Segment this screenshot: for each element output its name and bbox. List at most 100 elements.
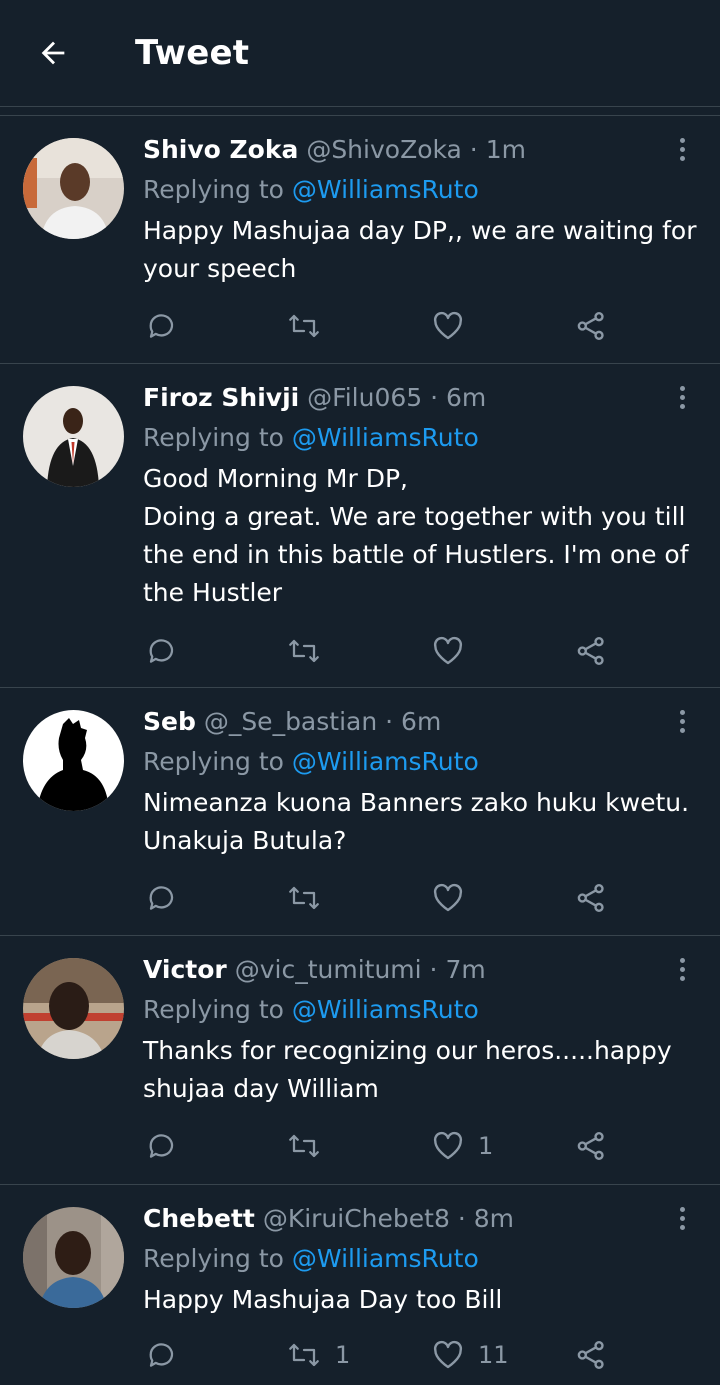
tweet-actions [143,308,623,344]
timestamp[interactable]: 1m [486,135,526,164]
share-icon [577,884,604,912]
reply-button[interactable] [147,1337,177,1373]
like-button[interactable]: 11 [432,1337,509,1373]
more-options-button[interactable] [670,952,694,986]
tweet-header: Victor @vic_tumitumi · 7m [143,955,486,984]
retweet-button[interactable]: 1 [287,1337,350,1373]
heart-icon [433,636,463,665]
share-icon [577,637,604,665]
heart-icon [433,1131,463,1160]
avatar[interactable] [23,1207,124,1308]
more-options-button[interactable] [670,380,694,414]
share-button[interactable] [575,1128,607,1164]
replying-to: Replying to @WilliamsRuto [143,175,479,204]
like-count: 11 [478,1341,509,1369]
like-button[interactable] [432,880,464,916]
mention-link[interactable]: @WilliamsRuto [292,423,479,452]
replying-to: Replying to @WilliamsRuto [143,995,479,1024]
reply-icon [149,1134,174,1158]
mention-link[interactable]: @WilliamsRuto [292,175,479,204]
display-name[interactable]: Victor [143,955,227,984]
share-button[interactable] [575,308,607,344]
tweet-actions [143,633,623,669]
retweet-icon [289,886,319,910]
like-button[interactable] [432,308,464,344]
tweet-text: Nimeanza kuona Banners zako huku kwetu. … [143,788,690,855]
user-handle[interactable]: @KiruiChebet8 [263,1204,450,1233]
share-icon [577,312,604,340]
tweet-header: Chebett @KiruiChebet8 · 8m [143,1204,514,1233]
like-count: 1 [478,1132,494,1160]
tweet-text: Thanks for recognizing our heros.....hap… [143,1036,672,1103]
replying-to: Replying to @WilliamsRuto [143,747,479,776]
timestamp[interactable]: 6m [446,383,486,412]
retweet-button[interactable] [287,1128,321,1164]
mention-link[interactable]: @WilliamsRuto [292,1244,479,1273]
reply-button[interactable] [147,633,177,669]
timestamp[interactable]: 7m [445,955,485,984]
heart-icon [433,311,463,340]
page-title: Tweet [135,33,250,73]
heart-icon [433,1340,463,1369]
timestamp[interactable]: 8m [474,1204,514,1233]
more-options-button[interactable] [670,704,694,738]
reply-button[interactable] [147,880,177,916]
tweet-header: Firoz Shivji @Filu065 · 6m [143,383,487,412]
tweet-header: Seb @_Se_bastian · 6m [143,707,442,736]
tweet-actions: 1 [143,1128,623,1164]
reply-button[interactable] [147,308,177,344]
tweet-item[interactable]: Shivo Zoka @ShivoZoka · 1m Replying to @… [0,116,720,364]
user-handle[interactable]: @vic_tumitumi [235,955,422,984]
retweet-count: 1 [335,1341,351,1369]
tweet-actions: 1 11 [143,1337,623,1373]
avatar[interactable] [23,386,124,487]
tweet-item[interactable]: Victor @vic_tumitumi · 7m Replying to @W… [0,936,720,1185]
avatar[interactable] [23,710,124,811]
retweet-button[interactable] [287,633,321,669]
replying-to: Replying to @WilliamsRuto [143,423,479,452]
user-handle[interactable]: @_Se_bastian [204,707,377,736]
tweet-item[interactable]: Firoz Shivji @Filu065 · 6m Replying to @… [0,364,720,688]
retweet-button[interactable] [287,880,321,916]
retweet-icon [289,639,319,663]
tweet-item[interactable]: Seb @_Se_bastian · 6m Replying to @Willi… [0,688,720,936]
tweet-actions [143,880,623,916]
display-name[interactable]: Firoz Shivji [143,383,299,412]
user-handle[interactable]: @ShivoZoka [306,135,462,164]
display-name[interactable]: Seb [143,707,196,736]
share-icon [577,1341,604,1369]
tweet-text: Good Morning Mr DP, Doing a great. We ar… [143,464,689,607]
more-options-button[interactable] [670,132,694,166]
replying-to: Replying to @WilliamsRuto [143,1244,479,1273]
back-button[interactable] [30,30,76,76]
avatar[interactable] [23,138,124,239]
user-handle[interactable]: @Filu065 [307,383,422,412]
share-button[interactable] [575,633,607,669]
share-icon [577,1132,604,1160]
like-button[interactable]: 1 [432,1128,493,1164]
reply-icon [149,314,174,338]
timestamp[interactable]: 6m [401,707,441,736]
retweet-icon [289,1343,319,1367]
display-name[interactable]: Shivo Zoka [143,135,298,164]
reply-icon [149,886,174,910]
tweet-item[interactable]: Chebett @KiruiChebet8 · 8m Replying to @… [0,1185,720,1385]
display-name[interactable]: Chebett [143,1204,255,1233]
avatar[interactable] [23,958,124,1059]
reply-icon [149,1343,174,1367]
like-button[interactable] [432,633,464,669]
mention-link[interactable]: @WilliamsRuto [292,747,479,776]
reply-button[interactable] [147,1128,177,1164]
retweet-button[interactable] [287,308,321,344]
tweet-text: Happy Mashujaa Day too Bill [143,1285,503,1314]
retweet-icon [289,314,319,338]
arrow-left-icon [41,41,65,65]
top-app-bar: Tweet [0,0,720,107]
mention-link[interactable]: @WilliamsRuto [292,995,479,1024]
heart-icon [433,883,463,912]
reply-icon [149,639,174,663]
tweet-text: Happy Mashujaa day DP,, we are waiting f… [143,216,697,283]
share-button[interactable] [575,880,607,916]
more-options-button[interactable] [670,1201,694,1235]
share-button[interactable] [575,1337,607,1373]
